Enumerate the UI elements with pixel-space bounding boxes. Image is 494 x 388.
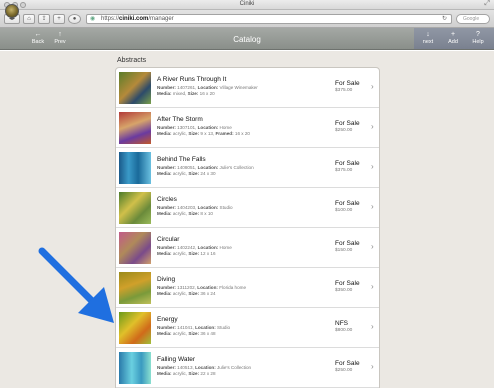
artwork-title: A River Runs Through It [157,76,227,83]
artwork-thumbnail [119,72,151,104]
plus-icon: + [57,16,61,22]
artwork-price: $250.00 [335,368,353,373]
plus-icon: + [450,31,456,38]
window-title-bar: Ciniki ⤢ [0,0,494,10]
artwork-title: After The Storm [157,116,203,123]
artwork-media-size: Media: acrylic, Size: 12 x 16 [157,251,216,256]
help-button[interactable]: ? Help [466,31,490,45]
chevron-right-icon: › [371,202,374,211]
artwork-status: For Sale [335,80,360,87]
section-title: Abstracts [117,57,147,64]
url-scheme: https:// [101,16,120,22]
artwork-thumbnail [119,152,151,184]
lock-icon: ◉ [90,16,96,22]
artwork-price: $100.00 [335,208,353,213]
home-button[interactable]: ⌂ [23,14,35,24]
globe-icon: ● [72,16,77,22]
artwork-price: $250.00 [335,128,353,133]
list-item[interactable]: Circular Number: 1402242, Location: Home M… [116,228,379,268]
share-icon: ⇪ [41,16,47,22]
artwork-status: NFS [335,320,348,327]
artwork-number-location: Number: 1404203, Location: Studio [157,205,233,210]
annotation-arrow [38,247,114,323]
artwork-thumbnail [119,232,151,264]
artwork-title: Circles [157,196,177,203]
artwork-media-size: Media: acrylic, Size: 36 x 48 [157,331,216,336]
url-host: ciniki.com [119,16,149,22]
web-settings-button[interactable]: ● [68,14,81,24]
fullscreen-icon[interactable]: ⤢ [484,0,490,8]
artwork-thumbnail [119,112,151,144]
list-item[interactable]: Energy Number: 141041, Location: Studio Me… [116,308,379,348]
artwork-thumbnail [119,312,151,344]
artwork-status: For Sale [335,360,360,367]
artwork-status: For Sale [335,240,360,247]
artwork-status: For Sale [335,120,360,127]
list-item[interactable]: Falling Water Number: 140513, Location: J… [116,348,379,388]
artwork-price: $150.00 [335,248,353,253]
artwork-thumbnail [119,272,151,304]
artwork-price: $800.00 [335,328,353,333]
add-button[interactable]: + Add [441,31,465,45]
artwork-number-location: Number: 1408051, Location: Julie's Colle… [157,165,254,170]
list-item[interactable]: A River Runs Through It Number: 1407261, … [116,68,379,108]
window-title: Ciniki [239,1,255,7]
artwork-title: Falling Water [157,356,196,363]
arrow-down-icon: ↓ [426,31,430,38]
artwork-price: $350.00 [335,288,353,293]
chevron-right-icon: › [371,242,374,251]
artwork-media-size: Media: acrylic, Size: 8 x 10 [157,211,213,216]
artwork-status: For Sale [335,200,360,207]
chevron-right-icon: › [371,362,374,371]
search-field[interactable]: Google [456,14,490,24]
artwork-list: A River Runs Through It Number: 1407261, … [115,67,380,388]
main-content: Abstracts A River Runs Through It Number:… [0,51,494,388]
next-label: next [422,39,434,45]
chevron-right-icon: › [371,322,374,331]
artwork-title: Circular [157,236,180,243]
artwork-number-location: Number: 1307101, Location: Home [157,125,232,130]
share-button[interactable]: ⇪ [38,14,50,24]
reload-icon[interactable]: ↻ [442,15,447,23]
artwork-number-location: Number: 1402242, Location: Home [157,245,232,250]
url-path: /manager [148,16,174,22]
next-button[interactable]: ↓ next [416,31,440,45]
artwork-status: For Sale [335,160,360,167]
artwork-price: $375.00 [335,168,353,173]
artwork-number-location: Number: 1311202, Location: Florida home [157,285,247,290]
artwork-number-location: Number: 1407261, Location: Village Winem… [157,85,258,90]
artwork-price: $375.00 [335,88,353,93]
address-bar[interactable]: ◉ https://ciniki.com/manager ↻ [86,14,452,24]
add-label: Add [448,39,458,45]
chevron-right-icon: › [371,122,374,131]
artwork-thumbnail [119,352,151,384]
list-item[interactable]: After The Storm Number: 1307101, Location… [116,108,379,148]
question-icon: ? [476,31,480,38]
artwork-media-size: Media: acrylic, Size: 9 x 13, Framed: 16… [157,131,250,136]
list-item[interactable]: Diving Number: 1311202, Location: Florida… [116,268,379,308]
artwork-media-size: Media: mixed, Size: 16 x 20 [157,91,215,96]
artwork-number-location: Number: 140513, Location: Julie's Collec… [157,365,252,370]
app-logo[interactable] [5,4,19,18]
home-icon: ⌂ [27,16,31,22]
list-item[interactable]: Circles Number: 1404203, Location: Studio… [116,188,379,228]
artwork-media-size: Media: acrylic, Size: 24 x 30 [157,171,216,176]
chevron-right-icon: › [371,282,374,291]
artwork-media-size: Media: acrylic, Size: 36 x 24 [157,291,216,296]
artwork-media-size: Media: acrylic, Size: 22 x 28 [157,371,216,376]
artwork-title: Energy [157,316,178,323]
list-item[interactable]: Behind The Falls Number: 1408051, Locatio… [116,148,379,188]
artwork-title: Behind The Falls [157,156,206,163]
browser-toolbar: ◂▸ ⌂ ⇪ + ● ◉ https://ciniki.com/manager … [0,10,494,28]
artwork-status: For Sale [335,280,360,287]
help-label: Help [472,39,484,45]
artwork-title: Diving [157,276,176,283]
artwork-number-location: Number: 141041, Location: Studio [157,325,231,330]
new-tab-button[interactable]: + [53,14,65,24]
artwork-thumbnail [119,192,151,224]
chevron-right-icon: › [371,162,374,171]
chevron-right-icon: › [371,82,374,91]
